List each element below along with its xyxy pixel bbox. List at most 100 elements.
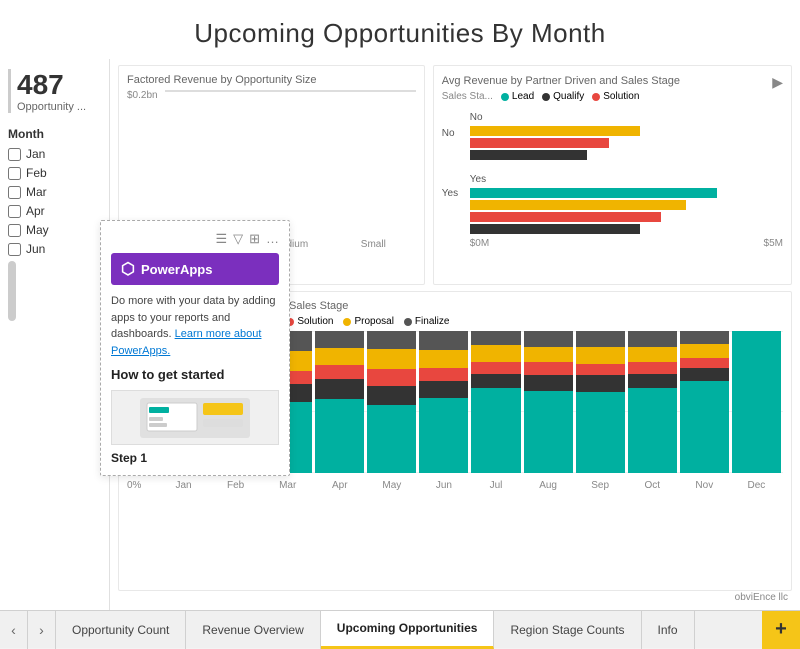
page-title: Upcoming Opportunities By Month <box>0 0 800 59</box>
filter-item-mar[interactable]: Mar <box>8 185 101 199</box>
tab-info[interactable]: Info <box>642 611 695 649</box>
filter-item-jun[interactable]: Jun <box>8 242 101 256</box>
stacked-seg <box>471 374 520 388</box>
stacked-seg <box>471 388 520 473</box>
stacked-seg <box>628 347 677 363</box>
stacked-seg <box>367 369 416 386</box>
legend-sales-sta: Sales Sta... <box>442 91 493 102</box>
stacked-bar-May <box>367 331 416 473</box>
tab-region-stage-counts[interactable]: Region Stage Counts <box>494 611 641 649</box>
checkbox-may[interactable] <box>8 224 21 237</box>
checkbox-feb[interactable] <box>8 167 21 180</box>
stacked-seg <box>315 379 364 399</box>
stacked-seg <box>576 375 625 392</box>
stacked-solution-label: Solution <box>297 316 333 327</box>
stacked-seg <box>628 362 677 373</box>
filter-item-may[interactable]: May <box>8 223 101 237</box>
stacked-bar-Apr <box>315 331 364 473</box>
checkbox-apr[interactable] <box>8 205 21 218</box>
stacked-x-label: Aug <box>524 480 573 491</box>
stacked-legend-solution: Solution <box>286 316 333 327</box>
stacked-seg <box>315 348 364 365</box>
chevron-right-icon[interactable]: ▶ <box>772 74 783 91</box>
h-bar-no-row3 <box>470 150 779 160</box>
y-no-label: No <box>442 128 455 139</box>
filter-section: Month Jan Feb Mar Apr May Jun <box>8 127 101 321</box>
popup-grid-icon[interactable]: ⊞ <box>249 231 260 247</box>
avg-revenue-title: Avg Revenue by Partner Driven and Sales … <box>442 75 680 87</box>
stacked-x-label: Sep <box>576 480 625 491</box>
stacked-seg <box>576 347 625 364</box>
tab-add-button[interactable]: + <box>762 611 800 649</box>
kpi-box: 487 Opportunity ... <box>8 69 101 113</box>
stacked-proposal-label: Proposal <box>354 316 393 327</box>
tab-bar: ‹ › Opportunity Count Revenue Overview U… <box>0 610 800 648</box>
tab-nav-next[interactable]: › <box>28 611 56 649</box>
h-bar-label-yes: Yes <box>470 174 779 185</box>
filter-item-apr[interactable]: Apr <box>8 204 101 218</box>
stacked-seg <box>315 399 364 473</box>
stacked-seg <box>576 364 625 375</box>
stacked-seg <box>628 374 677 388</box>
x-label-5m: $5M <box>764 238 783 249</box>
stacked-x-label: Dec <box>732 480 781 491</box>
powerapps-banner: ⬡ PowerApps <box>111 253 279 285</box>
branding: obviEnce llc <box>118 591 792 604</box>
stacked-bar-Jul <box>471 331 520 473</box>
stacked-x-label: Jul <box>471 480 520 491</box>
tab-revenue-overview[interactable]: Revenue Overview <box>186 611 320 649</box>
tab-upcoming-opportunities[interactable]: Upcoming Opportunities <box>321 611 495 649</box>
popup-image <box>111 390 279 445</box>
popup-menu-icon[interactable]: ☰ <box>215 231 227 247</box>
h-bar-yes-row1 <box>470 188 779 198</box>
filter-item-feb[interactable]: Feb <box>8 166 101 180</box>
avg-revenue-legend: Sales Sta... Lead Qualify Solution <box>442 91 783 102</box>
stacked-seg <box>471 362 520 373</box>
qualify-dot <box>542 93 550 101</box>
stacked-seg <box>419 381 468 398</box>
stacked-seg <box>680 358 729 368</box>
legend-solution-label: Solution <box>603 91 639 102</box>
stacked-bar-Aug <box>524 331 573 473</box>
y-axis-labels: $0.2bn $0.0bn <box>127 90 158 232</box>
x-label-small: Small <box>341 239 406 250</box>
h-bar-no-row2 <box>470 138 779 148</box>
stacked-x-label: Feb <box>211 480 260 491</box>
kpi-number: 487 <box>17 69 101 101</box>
h-bars-container: No Yes <box>442 108 783 234</box>
lead-dot <box>501 93 509 101</box>
grid-top <box>165 90 416 92</box>
popup-more-icon[interactable]: … <box>266 231 279 247</box>
h-seg-no-yellow <box>470 126 640 136</box>
checkbox-mar[interactable] <box>8 186 21 199</box>
tab-opportunity-count[interactable]: Opportunity Count <box>56 611 186 649</box>
h-bar-yes-row2 <box>470 200 779 210</box>
legend-qualify-label: Qualify <box>553 91 584 102</box>
y-yes-label: Yes <box>442 188 458 199</box>
stacked-y-0: 0% <box>127 480 153 491</box>
filter-label: Month <box>8 127 101 141</box>
stacked-x-label: Nov <box>680 480 729 491</box>
stacked-finalize-label: Finalize <box>415 316 449 327</box>
scrollbar[interactable] <box>8 261 16 321</box>
stacked-seg <box>576 331 625 347</box>
bar-chart-bars <box>165 90 416 214</box>
y-label-top: $0.2bn <box>127 90 158 101</box>
popup-filter-icon[interactable]: ▽ <box>233 231 243 247</box>
stacked-seg <box>419 398 468 473</box>
stacked-seg <box>367 349 416 369</box>
h-bar-group-no: No <box>470 112 779 160</box>
checkbox-jan[interactable] <box>8 148 21 161</box>
tab-nav-prev[interactable]: ‹ <box>0 611 28 649</box>
h-bar-no-row1 <box>470 126 779 136</box>
h-bar-group-yes: Yes <box>470 174 779 234</box>
stacked-seg <box>524 331 573 347</box>
h-seg-yes-red <box>470 212 662 222</box>
filter-item-jan[interactable]: Jan <box>8 147 101 161</box>
checkbox-jun[interactable] <box>8 243 21 256</box>
h-seg-yes-yellow <box>470 200 686 210</box>
popup-step-label: Step 1 <box>111 451 279 465</box>
stacked-seg <box>576 392 625 473</box>
main-container: Upcoming Opportunities By Month 487 Oppo… <box>0 0 800 648</box>
legend-lead-label: Lead <box>512 91 534 102</box>
